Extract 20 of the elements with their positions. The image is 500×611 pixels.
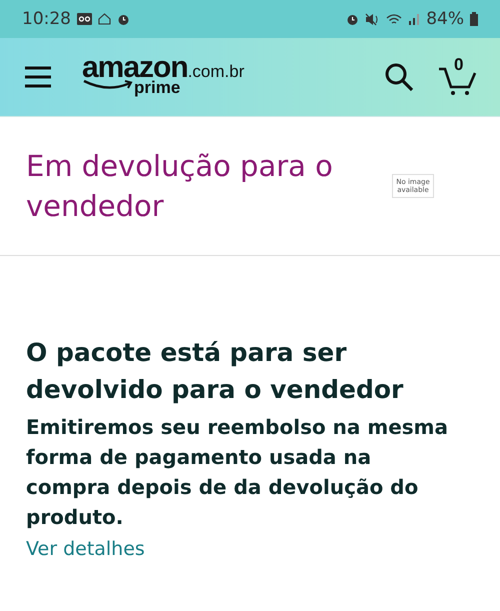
alarm-icon bbox=[117, 12, 130, 26]
alarm-icon bbox=[346, 12, 360, 26]
battery-level: 84% bbox=[426, 9, 464, 29]
search-button[interactable] bbox=[384, 62, 414, 92]
battery-icon bbox=[470, 12, 478, 26]
smile-arrow-icon bbox=[82, 78, 134, 90]
cart-button[interactable]: 0 bbox=[438, 57, 478, 97]
logo-domain: .com.br bbox=[188, 62, 244, 82]
details-link[interactable]: Ver detalhes bbox=[26, 538, 145, 560]
menu-button[interactable] bbox=[24, 66, 52, 88]
page-title: Em devolução para o vendedor bbox=[26, 148, 334, 225]
voicemail-icon bbox=[77, 13, 92, 25]
mute-icon bbox=[365, 12, 380, 26]
prime-label: prime bbox=[134, 78, 180, 96]
status-heading: O pacote está para ser devolvido para o vendedor bbox=[26, 337, 404, 406]
refund-message: Emitiremos seu reembolso na mesma forma de pagamento usada na compra depois de da devolução do produto. bbox=[26, 414, 450, 531]
status-time: 10:28 bbox=[22, 9, 71, 29]
home-icon bbox=[98, 13, 111, 25]
wifi-icon bbox=[386, 12, 402, 26]
signal-icon bbox=[408, 13, 420, 25]
